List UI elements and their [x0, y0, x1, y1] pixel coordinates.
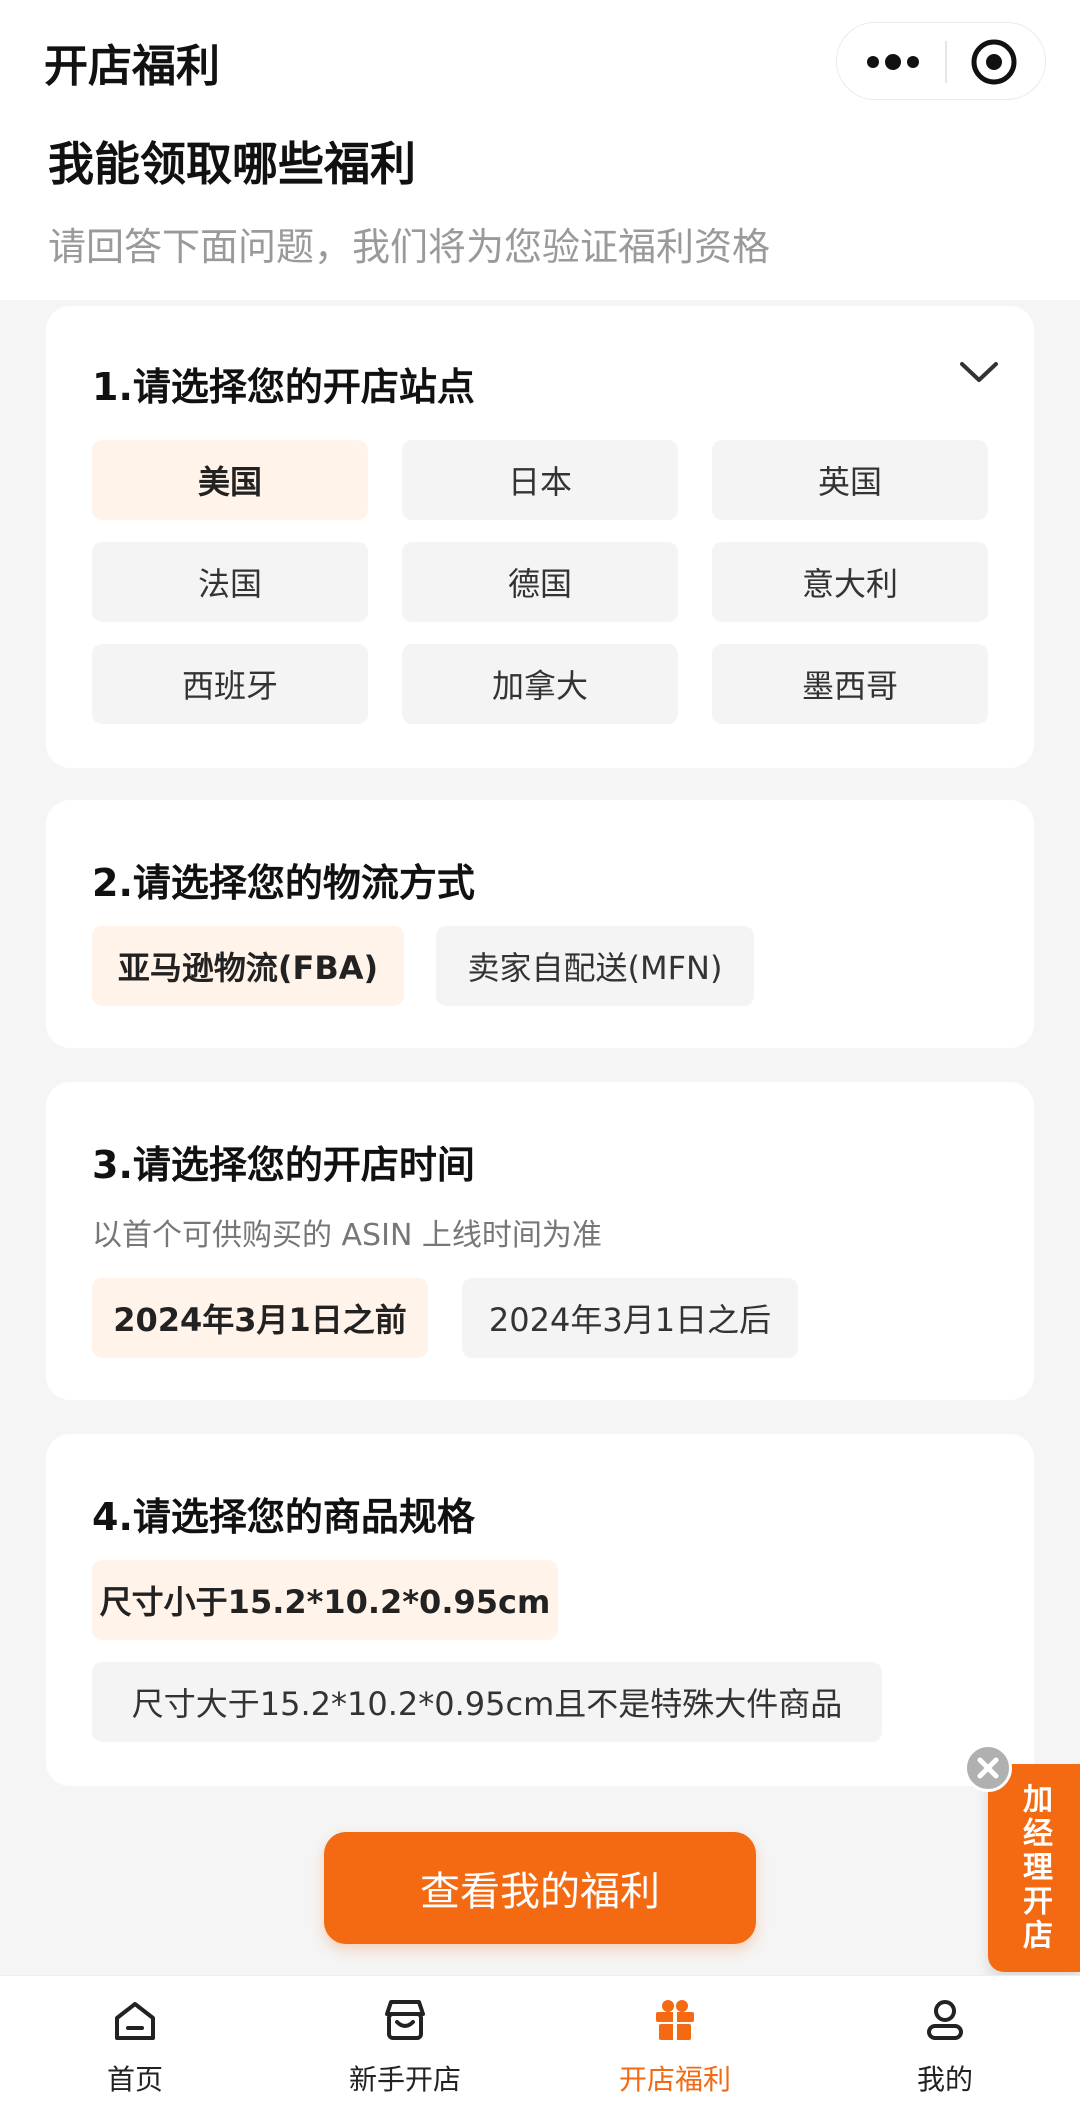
size-option-small[interactable]: 尺寸小于15.2*10.2*0.95cm — [92, 1560, 558, 1640]
question-card-site: 1.请选择您的开店站点 美国 日本 英国 法国 德国 意大利 西班牙 加拿大 墨… — [46, 306, 1034, 768]
question-title-size: 4.请选择您的商品规格 — [92, 1495, 475, 1539]
shop-icon — [385, 2000, 425, 2040]
site-option-ca[interactable]: 加拿大 — [402, 644, 678, 724]
question-card-logistics: 2.请选择您的物流方式 亚马逊物流(FBA) 卖家自配送(MFN) — [46, 800, 1034, 1048]
question-title-time: 3.请选择您的开店时间 — [92, 1143, 475, 1187]
tab-label-home: 首页 — [106, 2063, 163, 2096]
site-option-de[interactable]: 德国 — [402, 542, 678, 622]
time-option-after[interactable]: 2024年3月1日之后 — [462, 1278, 798, 1358]
site-option-it[interactable]: 意大利 — [712, 542, 988, 622]
mini-program-capsule — [836, 22, 1046, 100]
site-option-jp[interactable]: 日本 — [402, 440, 678, 520]
target-icon[interactable] — [969, 37, 1019, 87]
tab-label-new-shop: 新手开店 — [348, 2063, 461, 2096]
logistics-option-fba[interactable]: 亚马逊物流(FBA) — [92, 926, 404, 1006]
tab-home[interactable]: 首页 — [0, 1976, 270, 2105]
page-title: 我能领取哪些福利 — [48, 137, 416, 191]
question-title-site: 1.请选择您的开店站点 — [92, 365, 475, 409]
more-dots-icon[interactable] — [863, 47, 923, 77]
capsule-divider — [945, 41, 947, 83]
site-option-uk[interactable]: 英国 — [712, 440, 988, 520]
question-card-size: 4.请选择您的商品规格 尺寸小于15.2*10.2*0.95cm 尺寸大于15.… — [46, 1434, 1034, 1786]
intro-section: 我能领取哪些福利 请回答下面问题，我们将为您验证福利资格 — [0, 120, 1080, 300]
bottom-tab-bar: 首页 新手开店 开店福利 我的 — [0, 1975, 1080, 2105]
chevron-down-icon[interactable] — [956, 358, 1002, 388]
tab-label-shop-benefits: 开店福利 — [618, 2063, 731, 2096]
app-title: 开店福利 — [44, 41, 220, 92]
time-option-before[interactable]: 2024年3月1日之前 — [92, 1278, 428, 1358]
site-option-fr[interactable]: 法国 — [92, 542, 368, 622]
gift-icon — [656, 2000, 694, 2040]
tab-label-mine: 我的 — [916, 2063, 973, 2096]
home-icon — [115, 2002, 155, 2040]
user-icon — [927, 2000, 963, 2040]
tab-mine[interactable]: 我的 — [810, 1976, 1080, 2105]
size-option-large[interactable]: 尺寸大于15.2*10.2*0.95cm且不是特殊大件商品 — [92, 1662, 882, 1742]
site-option-mx[interactable]: 墨西哥 — [712, 644, 988, 724]
nav-header: 开店福利 — [0, 0, 1080, 120]
page-subtitle: 请回答下面问题，我们将为您验证福利资格 — [48, 225, 771, 269]
view-benefits-button[interactable]: 查看我的福利 — [324, 1832, 756, 1944]
add-manager-float-button[interactable]: 加经理开店 — [988, 1764, 1080, 1972]
question-title-logistics: 2.请选择您的物流方式 — [92, 861, 475, 905]
close-icon — [977, 1757, 999, 1779]
question-card-time: 3.请选择您的开店时间 以首个可供购买的 ASIN 上线时间为准 2024年3月… — [46, 1082, 1034, 1400]
logistics-option-mfn[interactable]: 卖家自配送(MFN) — [436, 926, 754, 1006]
tab-shop-benefits[interactable]: 开店福利 — [540, 1976, 810, 2105]
tab-new-shop[interactable]: 新手开店 — [270, 1976, 540, 2105]
site-option-us[interactable]: 美国 — [92, 440, 368, 520]
site-option-es[interactable]: 西班牙 — [92, 644, 368, 724]
question-hint-time: 以首个可供购买的 ASIN 上线时间为准 — [92, 1218, 602, 1253]
close-float-button[interactable] — [964, 1744, 1012, 1792]
